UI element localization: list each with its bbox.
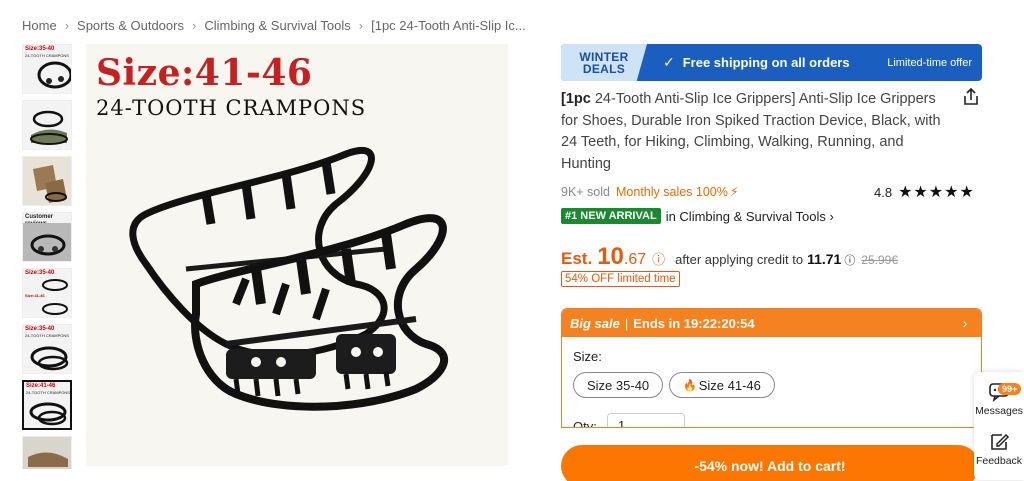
messages-badge: 99+	[998, 383, 1022, 395]
crampon-image	[29, 402, 67, 426]
messages-label: Messages	[975, 405, 1023, 417]
promo-badge-line2: DEALS	[582, 61, 626, 76]
free-shipping-text: Free shipping on all orders	[682, 55, 850, 70]
floating-side-panel: 99+ Messages Feedback	[974, 372, 1024, 480]
original-price: 25.99€	[861, 253, 899, 267]
breadcrumb: Home › Sports & Outdoors › Climbing & Su…	[22, 18, 526, 33]
price-after-text: after applying credit to	[675, 252, 804, 267]
breadcrumb-current: [1pc 24-Tooth Anti-Slip Ic...	[371, 18, 526, 33]
product-title-tag: [1pc	[561, 91, 591, 107]
thumbnail-7[interactable]: Size:41-46 24-TOOTH CRAMPONS	[22, 380, 72, 430]
price-est-label: Est.	[561, 249, 593, 268]
big-sale-box: Big sale | Ends in 19:22:20:54 › Size: S…	[561, 308, 982, 428]
thumbnail-1[interactable]: Size:35-40 24-TOOTH CRAMPONS	[22, 44, 72, 94]
rating-value: 4.8	[874, 184, 893, 200]
price-integer: 10	[597, 243, 624, 270]
crampon-image	[23, 157, 71, 205]
info-icon[interactable]: ⓘ	[844, 252, 855, 268]
new-arrival-badge: #1 NEW ARRIVAL	[561, 208, 661, 224]
crampon-image	[23, 437, 71, 469]
size-label: Size:	[573, 349, 602, 364]
crampon-image	[30, 110, 68, 145]
fire-icon: 🔥	[683, 379, 697, 392]
feedback-label: Feedback	[975, 455, 1023, 467]
check-icon: ✓	[663, 54, 675, 70]
size-option-41-46[interactable]: 🔥 Size 41-46	[669, 372, 775, 398]
thumbnail-5[interactable]: Size:35-40 Size:41-46	[22, 268, 72, 318]
credit-price: 11.71	[807, 251, 842, 267]
sales-info: 9K+ sold Monthly sales 100% ⚡	[561, 184, 739, 200]
sale-countdown: Ends in 19:22:20:54	[633, 315, 755, 331]
thumbnail-3[interactable]	[22, 156, 72, 206]
thumbnail-list: Size:35-40 24-TOOTH CRAMPONS Customer re…	[22, 44, 76, 469]
product-title: [1pc 24-Tooth Anti-Slip Ice Grippers] An…	[561, 89, 951, 175]
quantity-select[interactable]: 1	[607, 413, 685, 427]
size-option-35-40[interactable]: Size 35-40	[573, 372, 664, 398]
add-to-cart-button[interactable]: -54% now! Add to cart!	[561, 445, 979, 481]
winter-deals-badge: WINTER DEALS	[561, 44, 647, 81]
feedback-button[interactable]: Feedback	[974, 432, 1024, 467]
size-option-label: Size 35-40	[587, 377, 650, 393]
messages-button[interactable]: 99+ Messages	[974, 382, 1024, 417]
big-sale-label: Big sale	[570, 315, 620, 331]
price-decimal: .67	[623, 251, 647, 268]
promo-badge-line1: WINTER	[579, 49, 629, 64]
chevron-right-icon: ›	[358, 18, 364, 33]
chevron-right-icon: ›	[64, 18, 70, 33]
crampon-image	[30, 346, 69, 371]
info-icon[interactable]: ⓘ	[652, 249, 665, 268]
crampon-image	[129, 146, 449, 411]
price-row: Est. 10 .67 ⓘ after applying credit to 1…	[561, 243, 898, 271]
big-sale-header[interactable]: Big sale | Ends in 19:22:20:54 ›	[562, 309, 981, 337]
size-option-label: Size 41-46	[698, 377, 761, 393]
product-title-text: 24-Tooth Anti-Slip Ice Grippers] Anti-Sl…	[561, 91, 941, 172]
divider: |	[624, 315, 629, 331]
crampon-image	[42, 279, 68, 315]
thumbnail-8[interactable]	[22, 436, 72, 469]
star-icon: ★★★★★	[898, 184, 975, 201]
chevron-right-icon[interactable]: ›	[953, 311, 977, 335]
thumbnail-6[interactable]: Size:35-40 24-TOOTH CRAMPONS	[22, 324, 72, 374]
breadcrumb-climbing-survival[interactable]: Climbing & Survival Tools	[204, 18, 350, 33]
breadcrumb-home[interactable]: Home	[22, 18, 57, 33]
crampon-image	[23, 223, 71, 261]
winter-deals-banner[interactable]: WINTER DEALS ✓ Free shipping on all orde…	[561, 44, 982, 81]
lightning-icon: ⚡	[729, 185, 739, 199]
thumbnail-4[interactable]: Customer reviews	[22, 212, 72, 262]
breadcrumb-sports-outdoors[interactable]: Sports & Outdoors	[77, 18, 184, 33]
product-rating[interactable]: 4.8 ★★★★★	[874, 182, 975, 202]
sold-count: 9K+ sold	[561, 184, 610, 199]
chevron-right-icon: ›	[191, 18, 197, 33]
crampon-image	[37, 61, 71, 89]
arrival-category-link[interactable]: in Climbing & Survival Tools ›	[666, 209, 834, 224]
share-icon[interactable]	[960, 86, 982, 108]
main-product-image[interactable]: Size:41-46 24-TOOTH CRAMPONS	[86, 44, 508, 466]
quantity-label: Qty:	[573, 419, 597, 428]
monthly-sales: Monthly sales 100%	[616, 184, 728, 199]
new-arrival-row[interactable]: #1 NEW ARRIVAL in Climbing & Survival To…	[561, 208, 834, 224]
limited-offer-text: Limited-time offer	[887, 56, 972, 69]
thumbnail-2[interactable]	[22, 100, 72, 150]
edit-icon	[991, 433, 1010, 450]
discount-badge: 54% OFF limited time	[561, 271, 680, 287]
